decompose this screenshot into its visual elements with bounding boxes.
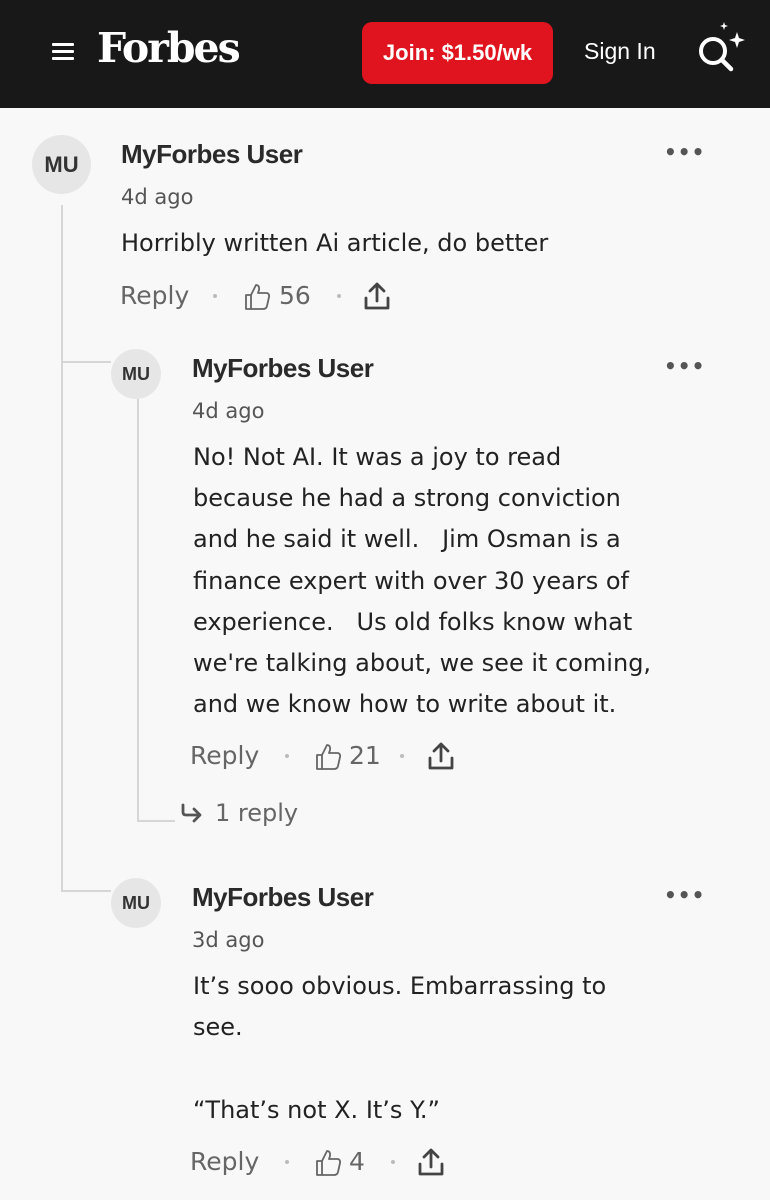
reply-button[interactable]: Reply xyxy=(120,281,189,310)
comment-author[interactable]: MyForbes User xyxy=(121,139,303,170)
comment-body: It’s sooo obvious. Embarrassing to see. … xyxy=(193,972,607,1124)
like-count: 56 xyxy=(279,281,311,310)
reply-count[interactable]: 1 reply xyxy=(215,799,298,827)
comment-time: 4d ago xyxy=(121,185,194,209)
comment-body: Horribly written Ai article, do better xyxy=(121,229,549,257)
share-icon[interactable] xyxy=(428,741,454,771)
join-subscribe-button[interactable]: Join: $1.50/wk xyxy=(362,22,553,84)
hamburger-menu-icon[interactable] xyxy=(52,43,74,61)
share-icon[interactable] xyxy=(364,281,390,311)
comment-author[interactable]: MyForbes User xyxy=(192,882,374,913)
separator-dot xyxy=(391,1160,395,1164)
separator-dot xyxy=(285,754,289,758)
avatar[interactable]: MU xyxy=(111,349,161,399)
like-count: 4 xyxy=(349,1147,365,1176)
comment-author[interactable]: MyForbes User xyxy=(192,353,374,384)
ai-search-icon[interactable] xyxy=(695,18,747,74)
view-replies-link[interactable]: 1 reply xyxy=(181,799,298,827)
comment-time: 3d ago xyxy=(192,928,265,952)
reply-arrow-icon xyxy=(181,803,202,823)
thread-line-main xyxy=(61,205,63,890)
forbes-logo[interactable]: Forbes xyxy=(97,24,241,72)
top-nav-bar: Forbes Join: $1.50/wk Sign In xyxy=(0,0,770,108)
thread-branch-1 xyxy=(61,361,111,363)
separator-dot xyxy=(213,294,217,298)
comment-body: No! Not AI. It was a joy to read because… xyxy=(193,443,652,719)
thread-branch-nested xyxy=(137,820,175,822)
reply-button[interactable]: Reply xyxy=(190,741,259,770)
thumbs-up-icon[interactable] xyxy=(313,1148,343,1178)
thumbs-up-icon[interactable] xyxy=(242,282,272,312)
like-count: 21 xyxy=(349,741,381,770)
avatar[interactable]: MU xyxy=(32,135,91,194)
sign-in-link[interactable]: Sign In xyxy=(584,38,656,65)
avatar[interactable]: MU xyxy=(111,878,161,928)
thumbs-up-icon[interactable] xyxy=(313,742,343,772)
reply-button[interactable]: Reply xyxy=(190,1147,259,1176)
more-options-icon[interactable]: ••• xyxy=(664,140,705,164)
separator-dot xyxy=(400,754,404,758)
separator-dot xyxy=(337,294,341,298)
thread-branch-2 xyxy=(61,890,111,892)
share-icon[interactable] xyxy=(418,1147,444,1177)
more-options-icon[interactable]: ••• xyxy=(664,354,705,378)
thread-line-nested xyxy=(137,399,139,821)
comment-time: 4d ago xyxy=(192,399,265,423)
more-options-icon[interactable]: ••• xyxy=(664,883,705,907)
separator-dot xyxy=(285,1160,289,1164)
